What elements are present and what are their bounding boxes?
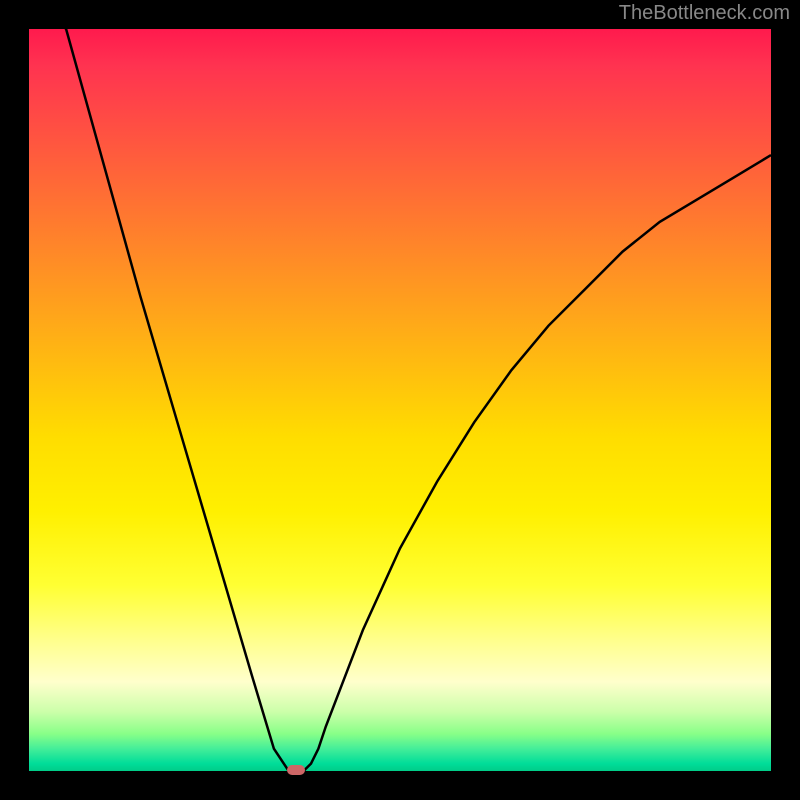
plot-area	[29, 29, 771, 771]
bottleneck-curve-line	[29, 29, 771, 771]
chart-container: TheBottleneck.com	[0, 0, 800, 800]
curve-svg	[29, 29, 771, 771]
optimal-point-marker	[287, 765, 305, 775]
watermark-text: TheBottleneck.com	[619, 2, 790, 25]
